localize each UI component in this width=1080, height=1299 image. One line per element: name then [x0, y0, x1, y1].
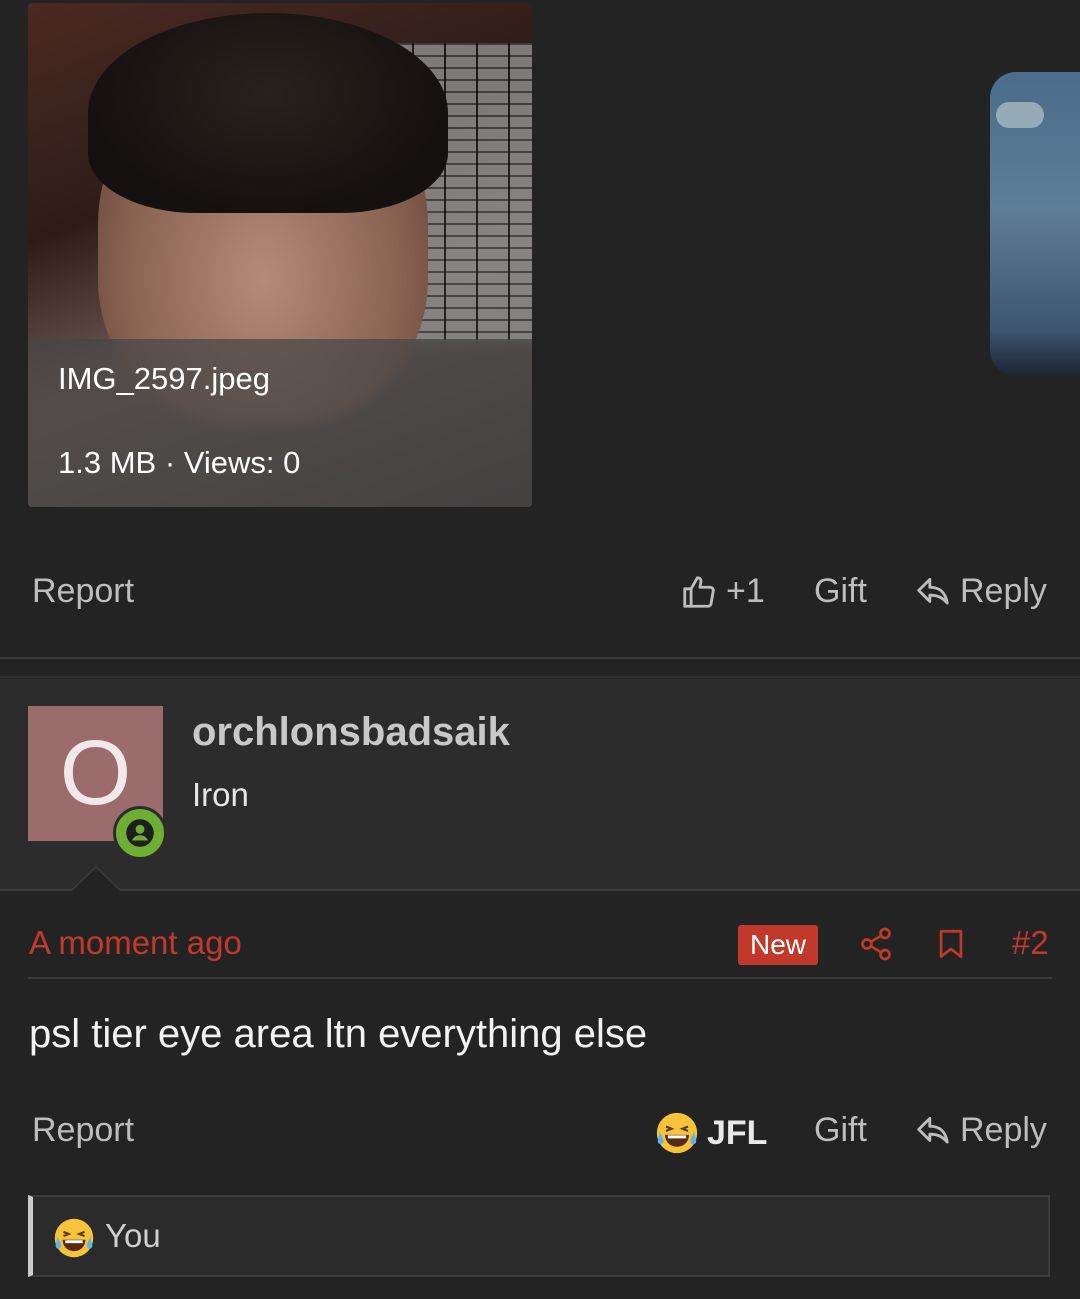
reply-label: Reply: [960, 1111, 1047, 1149]
thumbnail-content: [996, 102, 1044, 128]
post-actions-2: Report JFL Gift Reply: [0, 1101, 1080, 1161]
post-timestamp[interactable]: A moment ago: [29, 924, 242, 962]
share-icon[interactable]: [858, 924, 894, 969]
post-number-link[interactable]: #2: [1012, 924, 1049, 962]
attachment-caption: IMG_2597.jpeg 1.3 MB · Views: 0: [28, 339, 532, 507]
thumbs-up-icon: [680, 573, 718, 611]
gift-button[interactable]: Gift: [814, 1111, 867, 1150]
post-divider-secondary: [0, 676, 1080, 678]
reaction-summary-bar[interactable]: You: [28, 1195, 1050, 1277]
user-rank: Iron: [192, 776, 249, 813]
laughing-emoji-icon: [655, 1111, 699, 1155]
reaction-users: You: [105, 1217, 161, 1254]
reply-arrow-icon: [914, 1112, 952, 1150]
side-image-thumbnail[interactable]: [990, 72, 1080, 376]
like-button[interactable]: +1: [680, 572, 765, 611]
gift-button[interactable]: Gift: [814, 572, 867, 611]
attachment-thumbnail[interactable]: IMG_2597.jpeg 1.3 MB · Views: 0: [28, 3, 532, 507]
header-pointer-inner: [72, 868, 120, 891]
reply-arrow-icon: [914, 573, 952, 611]
attachment-meta: 1.3 MB · Views: 0: [58, 445, 301, 480]
report-link[interactable]: Report: [32, 1111, 134, 1150]
new-badge: New: [738, 925, 819, 965]
reaction-button[interactable]: JFL: [655, 1111, 767, 1155]
post-body-text: psl tier eye area ltn everything else: [29, 1012, 648, 1056]
reply-button[interactable]: Reply: [914, 572, 1047, 611]
attachment-filename: IMG_2597.jpeg: [58, 361, 270, 396]
bookmark-icon[interactable]: [934, 924, 968, 969]
post-divider: [0, 657, 1080, 659]
photo-content-top: [88, 13, 448, 213]
report-link[interactable]: Report: [32, 572, 134, 611]
username-link[interactable]: orchlonsbadsaik: [192, 710, 510, 755]
post-actions-1: Report +1 Gift Reply: [0, 562, 1080, 622]
header-divider: [0, 889, 1080, 891]
like-count: +1: [726, 572, 765, 610]
online-user-icon: [113, 806, 167, 860]
reaction-label: JFL: [707, 1113, 768, 1152]
post-meta-row: A moment ago New #2: [0, 920, 1080, 970]
laughing-emoji-icon: [53, 1217, 95, 1264]
reply-button[interactable]: Reply: [914, 1111, 1047, 1150]
reply-label: Reply: [960, 572, 1047, 610]
meta-divider: [28, 977, 1052, 979]
